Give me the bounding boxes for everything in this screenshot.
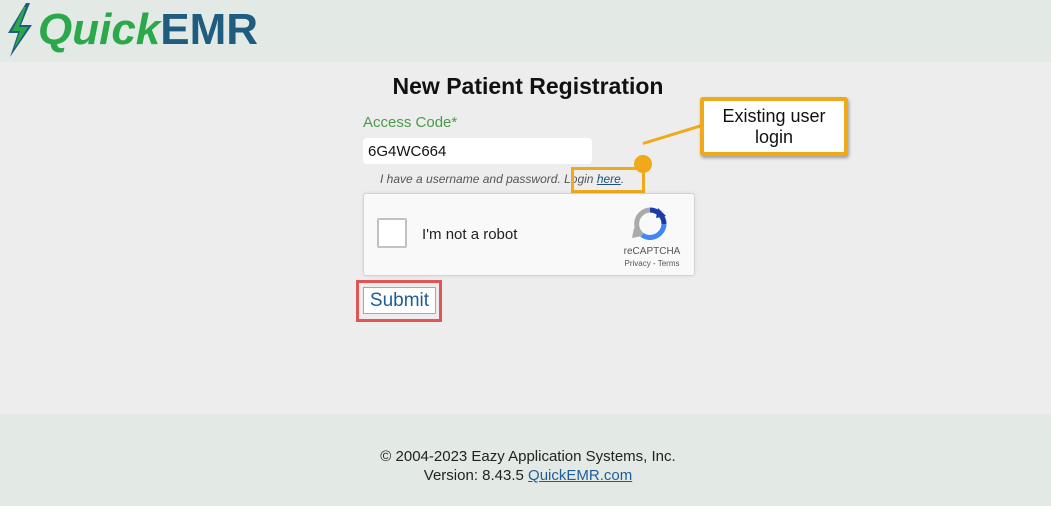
callout-connector bbox=[642, 122, 709, 145]
recaptcha-widget: I'm not a robot reCAPTCHA Privacy - Term… bbox=[363, 193, 695, 276]
page-title: New Patient Registration bbox=[392, 73, 664, 99]
recaptcha-logo-icon bbox=[632, 207, 667, 241]
recaptcha-brand: reCAPTCHA bbox=[623, 246, 681, 257]
footer-version-text: Version: 8.43.5 bbox=[423, 467, 529, 484]
recaptcha-privacy-link[interactable]: Privacy bbox=[625, 259, 651, 268]
lightning-bolt-icon bbox=[8, 3, 32, 57]
quickemr-logo[interactable]: QuickEMR bbox=[4, 2, 258, 58]
recaptcha-terms-link[interactable]: Terms bbox=[658, 259, 680, 268]
app-header: QuickEMR bbox=[0, 0, 1051, 62]
access-code-label: Access Code* bbox=[363, 114, 458, 131]
footer-version: Version: 8.43.5 QuickEMR.com bbox=[0, 467, 1051, 484]
existing-user-callout: Existing user login bbox=[700, 97, 848, 156]
recaptcha-separator: - bbox=[650, 259, 658, 268]
logo-emr: EMR bbox=[160, 5, 259, 54]
logo-quick: Quick bbox=[38, 5, 161, 54]
callout-line-2: login bbox=[754, 127, 794, 147]
submit-button[interactable]: Submit bbox=[363, 287, 436, 314]
quickemr-site-link[interactable]: QuickEMR.com bbox=[528, 467, 632, 484]
recaptcha-links: Privacy - Terms bbox=[614, 259, 690, 268]
page-footer: © 2004-2023 Eazy Application Systems, In… bbox=[0, 414, 1051, 506]
login-link-highlight bbox=[571, 167, 645, 193]
login-note-text: I have a username and password. Login bbox=[380, 172, 597, 186]
footer-copyright: © 2004-2023 Eazy Application Systems, In… bbox=[380, 448, 676, 465]
recaptcha-label: I'm not a robot bbox=[422, 226, 518, 243]
recaptcha-checkbox[interactable] bbox=[377, 218, 407, 248]
callout-dot bbox=[634, 155, 652, 173]
callout-line-1: Existing user bbox=[722, 106, 826, 126]
logo-text: QuickEMR bbox=[38, 2, 258, 58]
access-code-input[interactable] bbox=[363, 138, 592, 164]
